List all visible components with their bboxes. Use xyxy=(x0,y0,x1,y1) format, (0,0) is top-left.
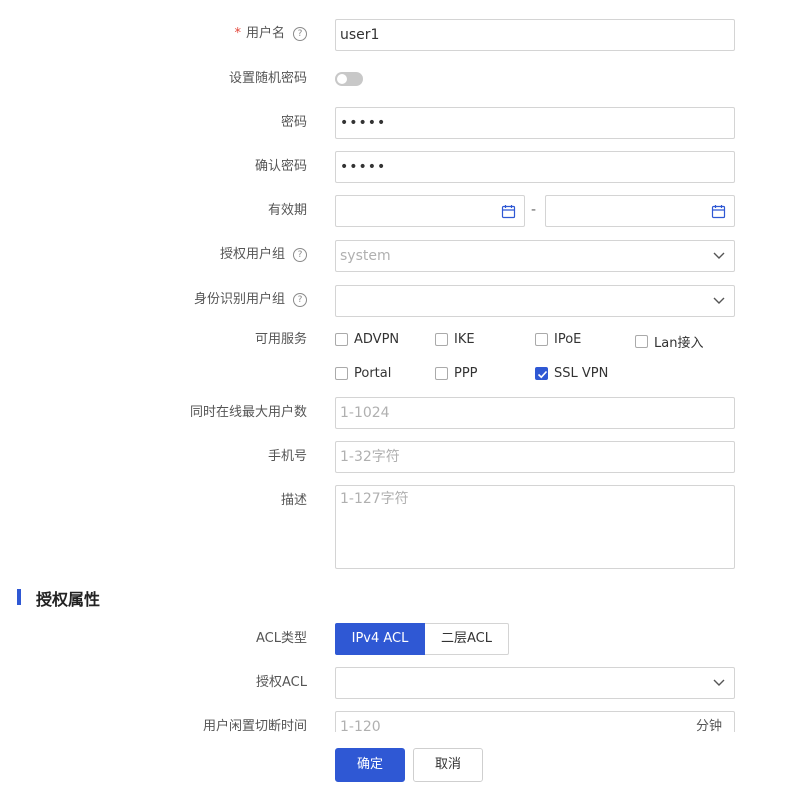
service-checkbox-sslvpn[interactable]: SSL VPN xyxy=(535,366,608,381)
checkbox-box[interactable] xyxy=(635,335,648,348)
acl-type-ipv4[interactable]: IPv4 ACL xyxy=(335,623,425,655)
confirm-password-input[interactable]: ••••• xyxy=(335,151,735,183)
identity-group-select[interactable] xyxy=(335,285,735,317)
identity-group-label: 身份识别用户组? xyxy=(194,291,307,309)
phone-label: 手机号 xyxy=(267,449,307,464)
random-password-toggle[interactable] xyxy=(335,72,363,86)
username-input[interactable]: user1 xyxy=(335,19,735,51)
random-password-label: 设置随机密码 xyxy=(228,71,307,86)
validity-end-date[interactable] xyxy=(545,195,735,227)
required-mark: * xyxy=(234,26,241,41)
checkbox-box-checked[interactable] xyxy=(535,367,548,380)
auth-acl-label: 授权ACL xyxy=(256,675,307,690)
confirm-button[interactable]: 确定 xyxy=(335,748,405,782)
auth-acl-select[interactable] xyxy=(335,667,735,699)
description-textarea[interactable]: 1-127字符 xyxy=(335,485,735,569)
username-label: * 用户名? xyxy=(234,25,307,43)
checkbox-box[interactable] xyxy=(335,333,348,346)
phone-input[interactable]: 1-32字符 xyxy=(335,441,735,473)
checkbox-box[interactable] xyxy=(335,367,348,380)
chevron-down-icon xyxy=(713,679,725,686)
service-checkbox-advpn[interactable]: ADVPN xyxy=(335,332,399,347)
help-icon[interactable]: ? xyxy=(293,27,307,41)
section-title: 授权属性 xyxy=(36,590,101,609)
service-checkbox-lan[interactable]: Lan接入 xyxy=(635,332,703,351)
acl-type-label: ACL类型 xyxy=(256,631,307,646)
service-checkbox-portal[interactable]: Portal xyxy=(335,366,391,381)
service-checkbox-ppp[interactable]: PPP xyxy=(435,366,478,381)
calendar-icon xyxy=(501,205,516,219)
confirm-password-label: 确认密码 xyxy=(254,159,307,174)
checkbox-box[interactable] xyxy=(435,367,448,380)
max-online-label: 同时在线最大用户数 xyxy=(189,405,307,420)
checkmark-icon xyxy=(537,370,548,379)
description-label: 描述 xyxy=(280,493,307,508)
section-accent-bar xyxy=(17,589,21,605)
services-label: 可用服务 xyxy=(254,332,307,347)
auth-group-label: 授权用户组? xyxy=(220,246,307,264)
password-label: 密码 xyxy=(280,115,307,130)
chevron-down-icon xyxy=(713,297,725,304)
chevron-down-icon xyxy=(713,252,725,259)
auth-group-select[interactable]: system xyxy=(335,240,735,272)
max-online-input[interactable]: 1-1024 xyxy=(335,397,735,429)
acl-type-layer2[interactable]: 二层ACL xyxy=(425,623,509,655)
validity-label: 有效期 xyxy=(267,203,307,218)
checkbox-box[interactable] xyxy=(435,333,448,346)
service-checkbox-ike[interactable]: IKE xyxy=(435,332,475,347)
validity-start-date[interactable] xyxy=(335,195,525,227)
help-icon[interactable]: ? xyxy=(293,248,307,262)
calendar-icon xyxy=(711,205,726,219)
service-checkbox-ipoe[interactable]: IPoE xyxy=(535,332,581,347)
cancel-button[interactable]: 取消 xyxy=(413,748,483,782)
date-range-separator: - xyxy=(531,202,537,218)
checkbox-box[interactable] xyxy=(535,333,548,346)
password-input[interactable]: ••••• xyxy=(335,107,735,139)
help-icon[interactable]: ? xyxy=(293,293,307,307)
